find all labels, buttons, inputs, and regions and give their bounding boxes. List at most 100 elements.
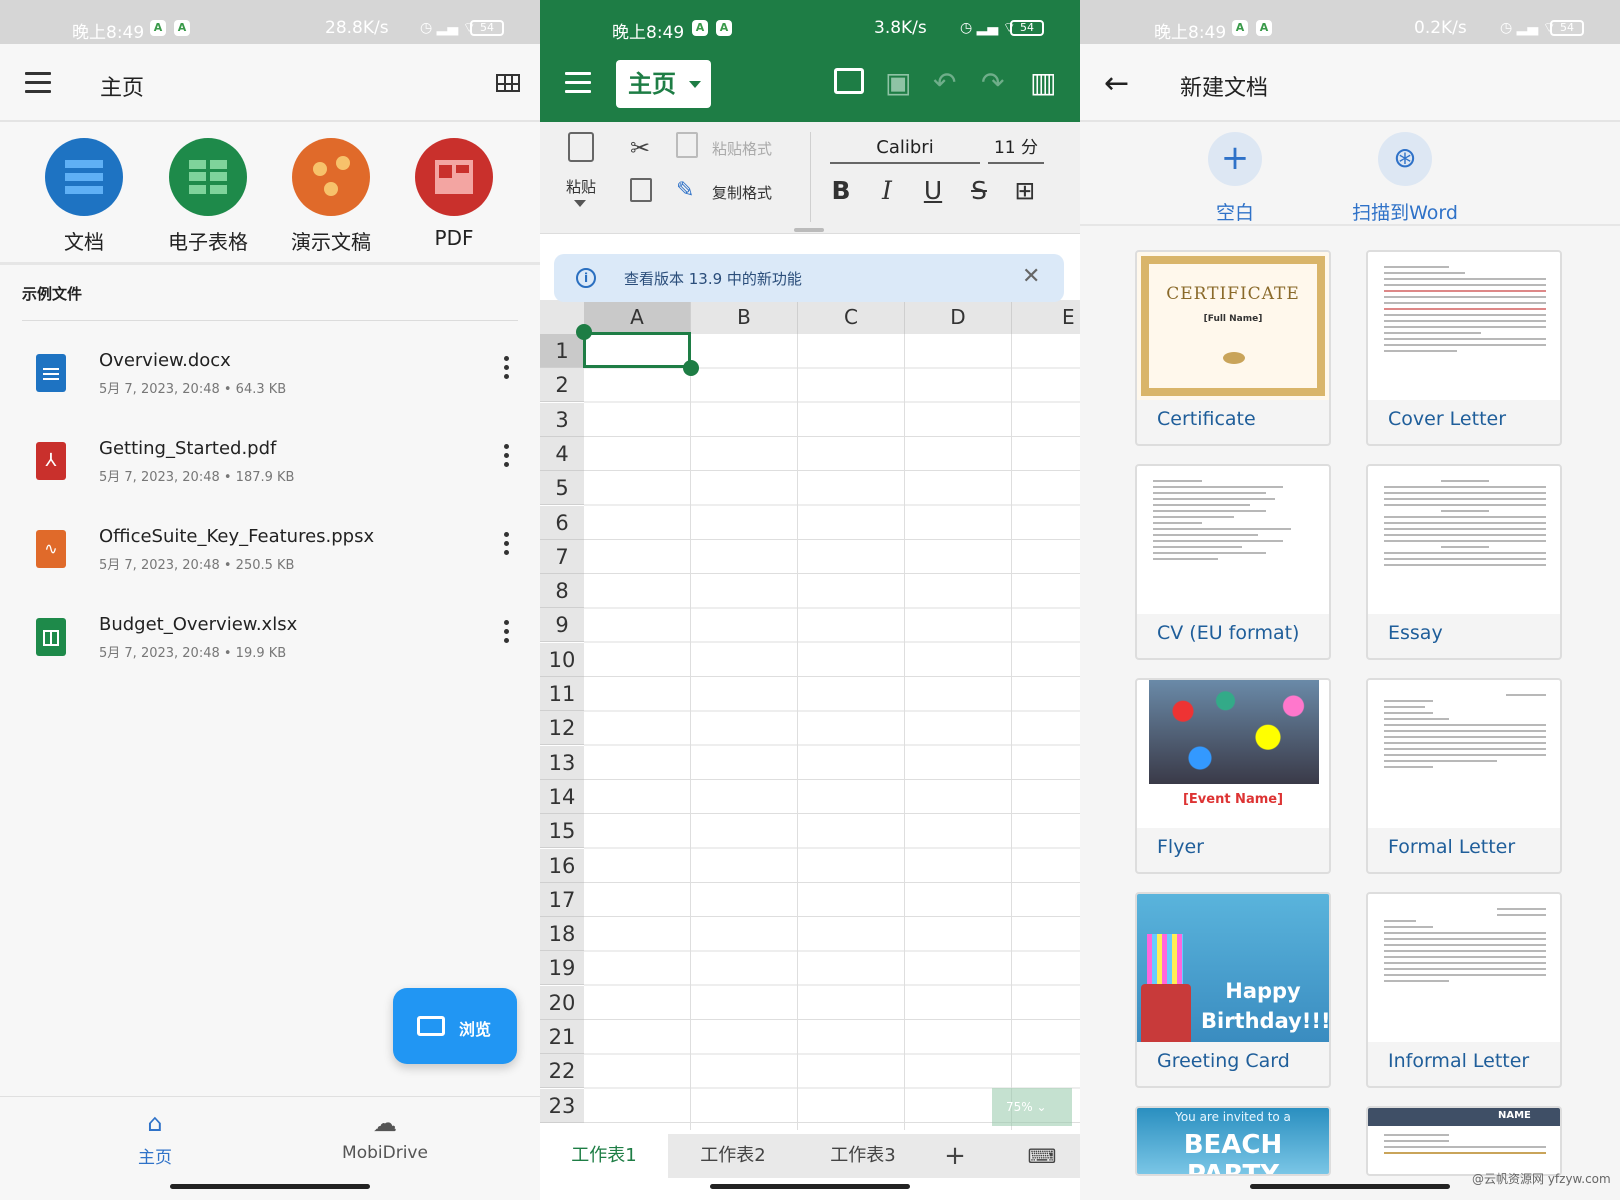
template-label: Cover Letter bbox=[1388, 408, 1507, 430]
copy-icon[interactable] bbox=[630, 178, 652, 202]
app-presentations[interactable]: 演示文稿 bbox=[276, 138, 386, 255]
add-sheet-icon[interactable]: + bbox=[930, 1134, 980, 1178]
template-cv[interactable]: CV (EU format) bbox=[1135, 464, 1331, 660]
selection-handle[interactable] bbox=[683, 360, 699, 376]
keyboard-icon[interactable]: ⌨ bbox=[1020, 1134, 1064, 1178]
column-header[interactable]: D bbox=[905, 300, 1012, 334]
scan-to-word-button[interactable]: ⊛ 扫描到Word bbox=[1330, 132, 1480, 225]
row-header[interactable]: 15 bbox=[540, 814, 584, 849]
file-item[interactable]: ∿ OfficeSuite_Key_Features.ppsx 5月 7, 20… bbox=[0, 516, 540, 596]
font-size-select[interactable]: 11 分 bbox=[988, 134, 1044, 164]
paste-icon[interactable] bbox=[568, 132, 594, 162]
sheet-tab-1[interactable]: 工作表1 bbox=[540, 1134, 668, 1178]
column-header[interactable]: A bbox=[584, 300, 691, 334]
template-beach-party[interactable]: You are invited to a BEACH PARTY bbox=[1135, 1106, 1331, 1176]
bold-button[interactable]: B bbox=[826, 176, 856, 205]
file-item[interactable]: Budget_Overview.xlsx 5月 7, 2023, 20:48 •… bbox=[0, 604, 540, 684]
template-certificate[interactable]: CERTIFICATE [Full Name] Certificate bbox=[1135, 250, 1331, 446]
row-header[interactable]: 12 bbox=[540, 711, 584, 746]
copy-format-button[interactable]: 复制格式 bbox=[712, 182, 772, 203]
template-label: Formal Letter bbox=[1388, 836, 1516, 858]
sheet-tab-3[interactable]: 工作表3 bbox=[798, 1134, 928, 1178]
edit-mode-icon[interactable] bbox=[834, 68, 864, 94]
menu-icon[interactable] bbox=[25, 72, 51, 93]
banner-text[interactable]: 查看版本 13.9 中的新功能 bbox=[624, 268, 802, 289]
template-cover-letter[interactable]: Cover Letter bbox=[1366, 250, 1562, 446]
template-informal-letter[interactable]: Informal Letter bbox=[1366, 892, 1562, 1088]
strikethrough-button[interactable]: S bbox=[964, 176, 994, 205]
selection-handle[interactable] bbox=[576, 324, 592, 340]
chevron-down-icon[interactable] bbox=[574, 200, 586, 207]
format-painter-icon[interactable]: ✎ bbox=[676, 178, 694, 203]
spreadsheet-grid[interactable]: A B C D E 1 2 3 4 5 6 7 8 9 10 11 12 13 14 15 16 17 18 19 2… bbox=[540, 300, 1080, 1130]
column-header[interactable]: B bbox=[691, 300, 798, 334]
close-icon[interactable]: ✕ bbox=[1022, 264, 1040, 289]
grid-view-icon[interactable] bbox=[496, 74, 520, 92]
row-header[interactable]: 21 bbox=[540, 1020, 584, 1054]
menu-icon[interactable] bbox=[565, 72, 591, 93]
paste-label[interactable]: 粘贴 bbox=[566, 176, 596, 197]
file-item[interactable]: Overview.docx 5月 7, 2023, 20:48 • 64.3 K… bbox=[0, 340, 540, 420]
cut-icon[interactable]: ✂ bbox=[630, 134, 650, 162]
certificate-thumbnail: CERTIFICATE [Full Name] bbox=[1137, 252, 1329, 400]
row-header[interactable]: 11 bbox=[540, 677, 584, 711]
row-header[interactable]: 22 bbox=[540, 1054, 584, 1089]
sheet-tab-2[interactable]: 工作表2 bbox=[668, 1134, 798, 1178]
cv-thumbnail bbox=[1137, 466, 1329, 614]
row-header[interactable]: 17 bbox=[540, 882, 584, 917]
zoom-level[interactable]: 75% ⌄ bbox=[992, 1088, 1072, 1126]
row-header[interactable]: 19 bbox=[540, 951, 584, 986]
row-header[interactable]: 1 bbox=[540, 334, 584, 368]
row-header[interactable]: 7 bbox=[540, 539, 584, 574]
file-item[interactable]: ⅄ Getting_Started.pdf 5月 7, 2023, 20:48 … bbox=[0, 428, 540, 508]
row-header[interactable]: 13 bbox=[540, 745, 584, 780]
save-icon[interactable]: ▣ bbox=[885, 68, 919, 98]
font-family-select[interactable]: Calibri bbox=[830, 134, 980, 164]
row-header[interactable]: 23 bbox=[540, 1088, 584, 1123]
row-header[interactable]: 14 bbox=[540, 779, 584, 814]
column-header[interactable]: C bbox=[798, 300, 905, 334]
row-header[interactable]: 9 bbox=[540, 608, 584, 643]
underline-button[interactable]: U bbox=[918, 176, 948, 205]
selected-cell[interactable] bbox=[583, 332, 691, 368]
app-spreadsheets[interactable]: 电子表格 bbox=[153, 138, 263, 255]
row-header[interactable]: 3 bbox=[540, 402, 584, 437]
row-header[interactable]: 16 bbox=[540, 848, 584, 883]
more-options-icon[interactable] bbox=[504, 620, 510, 646]
home-tab-dropdown[interactable]: 主页 bbox=[616, 60, 711, 108]
column-header[interactable]: E bbox=[1012, 300, 1080, 334]
ribbon-drag-handle[interactable] bbox=[794, 228, 824, 232]
row-header[interactable]: 18 bbox=[540, 917, 584, 952]
read-mode-icon[interactable]: ▥ bbox=[1030, 68, 1064, 98]
row-header[interactable]: 10 bbox=[540, 642, 584, 677]
row-header[interactable]: 2 bbox=[540, 368, 584, 403]
more-options-icon[interactable] bbox=[504, 532, 510, 558]
row-header[interactable]: 20 bbox=[540, 985, 584, 1020]
presentation-app-icon bbox=[292, 138, 370, 216]
redo-icon[interactable]: ↷ bbox=[981, 68, 1015, 98]
undo-icon[interactable]: ↶ bbox=[933, 68, 967, 98]
row-header[interactable]: 6 bbox=[540, 505, 584, 540]
back-arrow-icon[interactable]: ← bbox=[1104, 66, 1129, 101]
template-flyer[interactable]: [Event Name] Flyer bbox=[1135, 678, 1331, 874]
cell-grid[interactable] bbox=[584, 334, 1080, 1130]
template-formal-letter[interactable]: Formal Letter bbox=[1366, 678, 1562, 874]
borders-icon[interactable]: ⊞ bbox=[1010, 176, 1040, 205]
nav-home[interactable]: ⌂ 主页 bbox=[90, 1109, 220, 1168]
row-header[interactable]: 4 bbox=[540, 436, 584, 471]
more-options-icon[interactable] bbox=[504, 444, 510, 470]
app-documents[interactable]: 文档 bbox=[29, 138, 139, 255]
more-options-icon[interactable] bbox=[504, 356, 510, 382]
nav-mobidrive[interactable]: ☁ MobiDrive bbox=[320, 1109, 450, 1163]
status-bar: 晚上8:49 A A 0.2K/s ◷ ▂▄ ⌔ 54 bbox=[1080, 0, 1620, 44]
italic-button[interactable]: I bbox=[872, 176, 902, 205]
browse-button[interactable]: 浏览 bbox=[393, 988, 517, 1064]
app-pdf[interactable]: PDF bbox=[399, 138, 509, 250]
template-invoice[interactable]: NAME bbox=[1366, 1106, 1562, 1176]
row-header[interactable]: 5 bbox=[540, 471, 584, 506]
row-header[interactable]: 8 bbox=[540, 574, 584, 609]
template-essay[interactable]: Essay bbox=[1366, 464, 1562, 660]
blank-document-button[interactable]: + 空白 bbox=[1160, 132, 1310, 225]
whats-new-banner[interactable]: i 查看版本 13.9 中的新功能 ✕ bbox=[554, 254, 1064, 302]
template-greeting-card[interactable]: Happy Birthday!!! Greeting Card bbox=[1135, 892, 1331, 1088]
